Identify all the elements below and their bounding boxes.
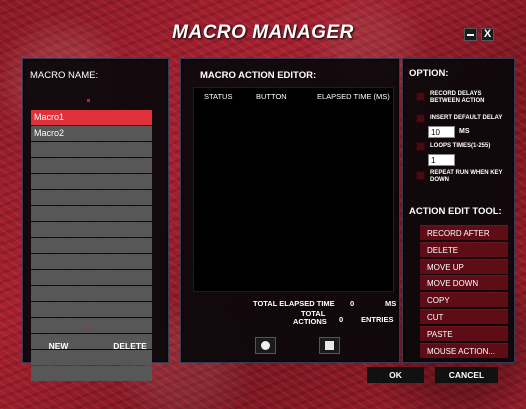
macro-list-item[interactable] bbox=[31, 206, 152, 221]
option-heading: OPTION: bbox=[409, 68, 449, 79]
close-icon: X bbox=[483, 28, 492, 40]
minimize-button[interactable] bbox=[464, 28, 477, 41]
column-header-status: STATUS bbox=[204, 92, 233, 101]
macro-list-item[interactable] bbox=[31, 254, 152, 269]
ok-button[interactable]: OK bbox=[367, 367, 424, 383]
option-panel: OPTION: RECORD DELAYS BETWEEN ACTION INS… bbox=[402, 58, 515, 363]
delay-unit-label: MS bbox=[459, 128, 470, 135]
action-grid[interactable]: STATUS BUTTON ELAPSED TIME (MS) bbox=[193, 87, 394, 292]
record-delays-label: RECORD DELAYS BETWEEN ACTION bbox=[430, 91, 484, 105]
macro-list-item[interactable] bbox=[31, 366, 152, 381]
total-elapsed-unit: MS bbox=[385, 299, 397, 308]
macro-list-item[interactable] bbox=[31, 142, 152, 157]
macro-name-heading: MACRO NAME: bbox=[30, 70, 99, 81]
scroll-down-indicator[interactable] bbox=[87, 327, 90, 330]
total-actions-value: 0 bbox=[339, 315, 344, 324]
stop-icon bbox=[325, 341, 334, 350]
macro-list-item[interactable]: Macro2 bbox=[31, 126, 152, 141]
new-button[interactable]: NEW bbox=[26, 337, 91, 355]
repeat-run-label-line2: DOWN bbox=[430, 177, 449, 183]
macro-name-panel: MACRO NAME: Macro1 Macro2 NEW DELETE bbox=[22, 58, 169, 381]
loops-times-checkbox[interactable] bbox=[416, 142, 425, 151]
repeat-run-label-line1: REPEAT RUN WHEN KEY bbox=[430, 170, 503, 176]
action-edit-tool-heading: ACTION EDIT TOOL: bbox=[409, 206, 502, 217]
macro-list-item[interactable]: Macro1 bbox=[31, 110, 152, 125]
total-elapsed-value: 0 bbox=[350, 299, 355, 308]
record-icon bbox=[261, 341, 270, 350]
loops-times-label: LOOPS TIMES(1-255) bbox=[430, 143, 491, 149]
delay-input[interactable]: 10 bbox=[428, 126, 455, 138]
cut-button[interactable]: CUT bbox=[420, 309, 508, 324]
column-header-button: BUTTON bbox=[256, 92, 287, 101]
cancel-button[interactable]: CANCEL bbox=[435, 367, 498, 383]
scroll-up-indicator[interactable] bbox=[87, 99, 90, 102]
record-button[interactable] bbox=[255, 337, 276, 354]
record-after-button[interactable]: RECORD AFTER bbox=[420, 225, 508, 240]
app-title: MACRO MANAGER bbox=[172, 22, 354, 43]
paste-button[interactable]: PASTE bbox=[420, 325, 508, 341]
macro-list-item[interactable] bbox=[31, 302, 152, 317]
macro-action-editor-heading: MACRO ACTION EDITOR: bbox=[200, 70, 317, 81]
total-actions-label-2: ACTIONS bbox=[293, 317, 327, 326]
macro-list-item[interactable] bbox=[31, 174, 152, 189]
record-delays-label-line2: BETWEEN ACTION bbox=[430, 98, 485, 104]
repeat-run-checkbox[interactable] bbox=[416, 171, 425, 180]
stop-button[interactable] bbox=[319, 337, 340, 354]
total-actions-unit: ENTRIES bbox=[361, 315, 394, 324]
move-down-button[interactable]: MOVE DOWN bbox=[420, 275, 508, 291]
loops-input[interactable]: 1 bbox=[428, 154, 455, 166]
macro-list-item[interactable] bbox=[31, 238, 152, 253]
macro-list-item[interactable] bbox=[31, 158, 152, 173]
close-button[interactable]: X bbox=[481, 28, 494, 41]
record-delays-checkbox[interactable] bbox=[416, 92, 425, 101]
macro-list-item[interactable] bbox=[31, 270, 152, 285]
insert-default-delay-checkbox[interactable] bbox=[416, 114, 425, 123]
macro-action-editor-panel: MACRO ACTION EDITOR: STATUS BUTTON ELAPS… bbox=[180, 58, 400, 363]
repeat-run-label: REPEAT RUN WHEN KEY DOWN bbox=[430, 170, 503, 184]
delete-macro-button[interactable]: DELETE bbox=[97, 337, 163, 355]
total-elapsed-label: TOTAL ELAPSED TIME bbox=[253, 299, 335, 308]
macro-list-item[interactable] bbox=[31, 222, 152, 237]
insert-default-delay-label: INSERT DEFAULT DELAY bbox=[430, 115, 503, 121]
minimize-icon bbox=[467, 33, 474, 36]
delete-action-button[interactable]: DELETE bbox=[420, 241, 508, 257]
column-header-elapsed-time: ELAPSED TIME (MS) bbox=[317, 92, 390, 101]
record-delays-label-line1: RECORD DELAYS bbox=[430, 91, 482, 97]
macro-list-item[interactable] bbox=[31, 190, 152, 205]
macro-list-item[interactable] bbox=[31, 286, 152, 301]
mouse-action-button[interactable]: MOUSE ACTION... bbox=[420, 342, 508, 358]
macro-list-item[interactable] bbox=[31, 318, 152, 333]
move-up-button[interactable]: MOVE UP bbox=[420, 258, 508, 274]
copy-button[interactable]: COPY bbox=[420, 292, 508, 308]
